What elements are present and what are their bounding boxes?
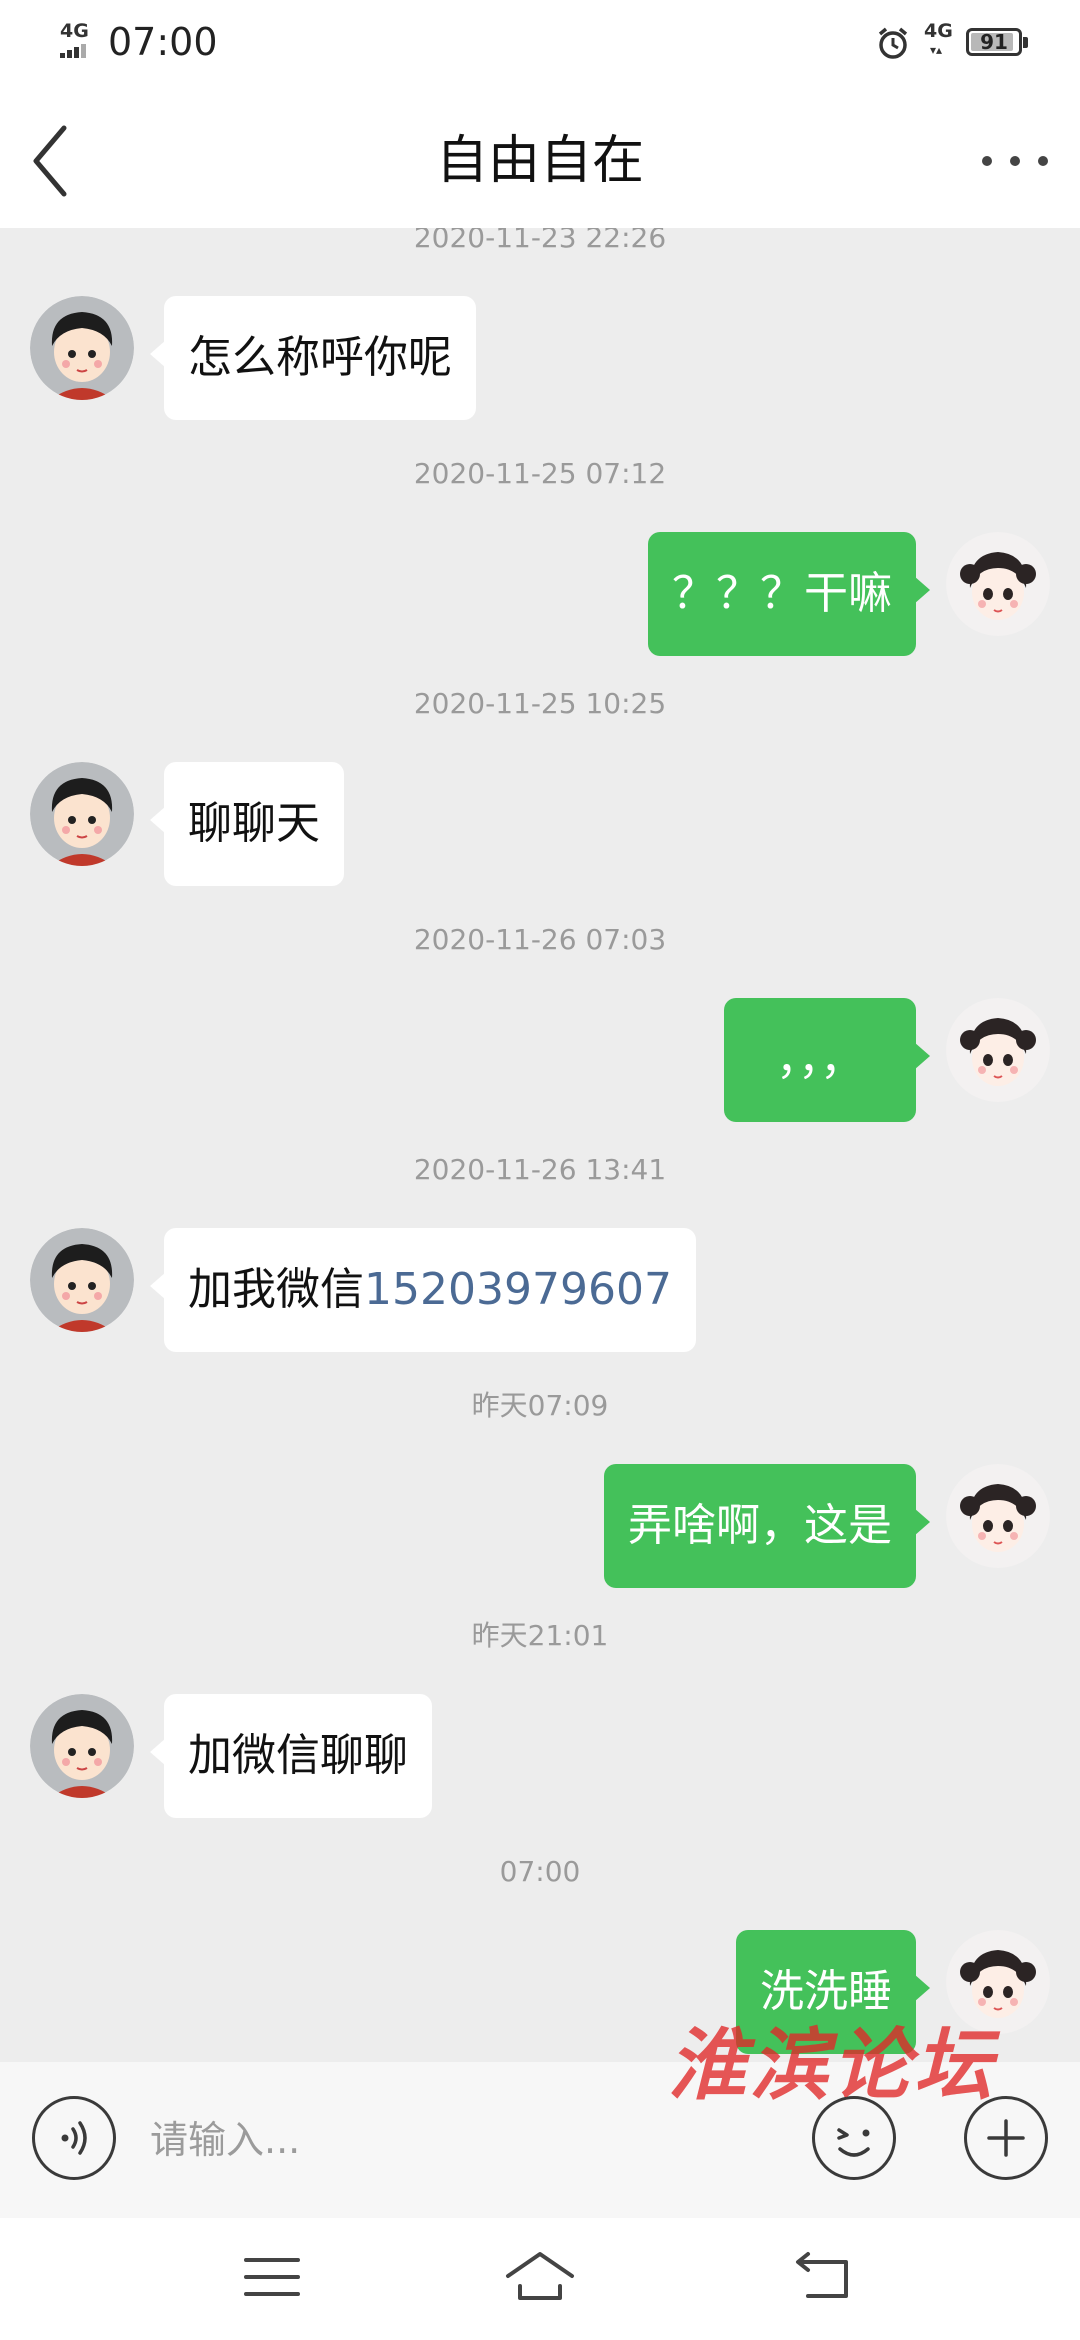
message-text: 加我微信 (188, 1264, 364, 1315)
menu-icon (244, 2258, 300, 2296)
message-bubble-sent[interactable]: ？？？干嘛 (648, 532, 930, 656)
back-arrow-icon (796, 2252, 848, 2298)
cartoon-boy-avatar-icon (30, 762, 134, 866)
message-bubble-sent[interactable]: ，，， (724, 998, 930, 1122)
avatar-contact[interactable] (30, 1228, 134, 1332)
system-navigation-bar (0, 2218, 1080, 2340)
network-type-right: 4G (924, 20, 953, 42)
cartoon-girl-avatar-icon (946, 998, 1050, 1102)
timestamp: 07:00 (499, 1855, 581, 1888)
nav-menu-button[interactable] (232, 2242, 312, 2312)
timestamp: 2020-11-25 07:12 (413, 457, 667, 490)
cartoon-boy-avatar-icon (30, 1228, 134, 1332)
cartoon-boy-avatar-icon (30, 1694, 134, 1798)
avatar-contact[interactable] (30, 296, 134, 400)
avatar-contact[interactable] (30, 762, 134, 866)
battery-level: 91 (980, 30, 1008, 54)
chat-title: 自由自在 (435, 131, 644, 191)
forum-watermark: 淮滨论坛 (668, 2020, 997, 2111)
chat-message-list[interactable]: 2020-11-23 22:26 怎么称呼你呢 2020-11-25 07:12… (0, 228, 1080, 2062)
alarm-icon (878, 27, 908, 59)
cartoon-girl-avatar-icon (946, 1464, 1050, 1568)
message-bubble-received[interactable]: 加我微信15203979607 (150, 1228, 696, 1352)
signal-icon: 4G (58, 22, 98, 62)
home-icon (506, 2252, 574, 2300)
chat-header: 自由自在 (0, 86, 1080, 228)
nav-back-button[interactable] (784, 2242, 864, 2312)
message-bubble-received[interactable]: 怎么称呼你呢 (150, 296, 476, 420)
timestamp: 昨天07:09 (471, 1389, 609, 1422)
status-time: 07:00 (108, 20, 218, 64)
voice-button[interactable] (32, 2096, 116, 2180)
message-bubble-received[interactable]: 聊聊天 (150, 762, 344, 886)
timestamp: 2020-11-26 07:03 (413, 923, 667, 956)
timestamp: 2020-11-23 22:26 (413, 228, 667, 254)
timestamp: 昨天21:01 (471, 1619, 609, 1652)
timestamp: 2020-11-26 13:41 (413, 1153, 667, 1186)
message-bubble-received[interactable]: 加微信聊聊 (150, 1694, 432, 1818)
cartoon-girl-avatar-icon (946, 532, 1050, 636)
phone-number-link[interactable]: 15203979607 (364, 1264, 672, 1315)
cartoon-boy-avatar-icon (30, 296, 134, 400)
avatar-self[interactable] (946, 998, 1050, 1102)
nav-home-button[interactable] (500, 2242, 580, 2312)
status-bar: 4G 07:00 4G ▾▴ 91 (0, 0, 1080, 86)
voice-icon (61, 2121, 87, 2155)
message-bubble-sent[interactable]: 弄啥啊，这是 (604, 1464, 930, 1588)
network-4g-icon: 4G ▾▴ (924, 20, 953, 57)
message-input[interactable] (150, 2104, 790, 2176)
network-type-left: 4G (60, 20, 89, 42)
more-button[interactable] (976, 126, 1056, 196)
avatar-self[interactable] (946, 1464, 1050, 1568)
timestamp: 2020-11-25 10:25 (413, 687, 667, 720)
battery-icon: 91 (966, 28, 1028, 56)
avatar-contact[interactable] (30, 1694, 134, 1798)
avatar-self[interactable] (946, 532, 1050, 636)
